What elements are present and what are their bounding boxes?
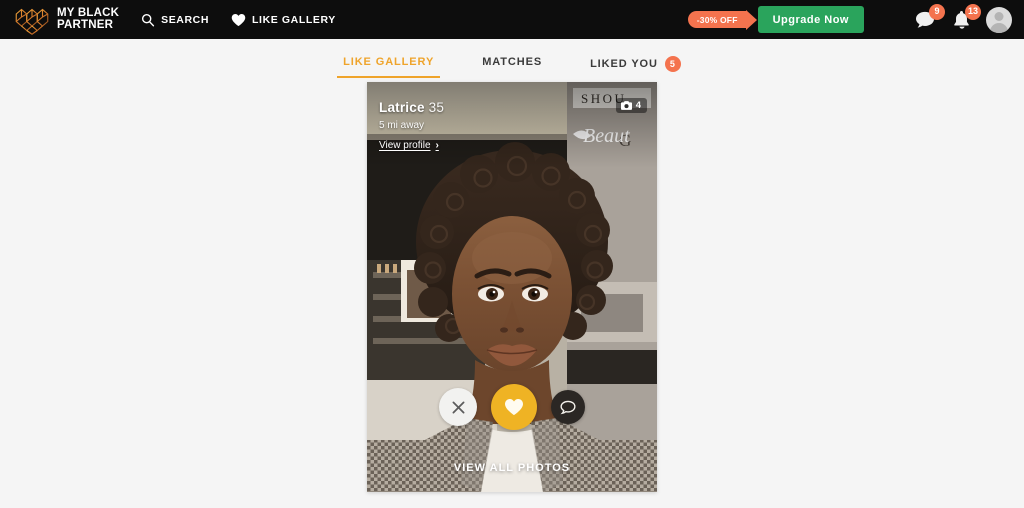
heart-icon <box>505 399 523 416</box>
chevron-right-icon: › <box>435 140 439 151</box>
brand-wordmark: MY BLACK PARTNER <box>57 7 120 31</box>
heart-icon <box>231 13 246 27</box>
brand-line-1: MY BLACK <box>57 7 120 19</box>
photo-count-value: 4 <box>635 100 641 111</box>
messages-button[interactable]: 9 <box>914 3 945 31</box>
view-profile-label: View profile <box>379 140 431 151</box>
promo-discount-tag[interactable]: -30% OFF <box>687 11 746 28</box>
profile-meta: Latrice 35 5 mi away View profile › <box>379 100 444 153</box>
gallery-card-area: SHOU G Beaut Latrice 35 5 mi away View p… <box>0 82 1024 492</box>
messages-count-badge: 9 <box>929 3 945 20</box>
brand-logo[interactable]: MY BLACK PARTNER <box>14 5 119 35</box>
tab-liked-you-badge: 5 <box>664 56 681 72</box>
profile-distance: 5 mi away <box>379 120 425 131</box>
tab-matches[interactable]: Matches <box>476 53 548 78</box>
chat-button[interactable] <box>551 390 585 424</box>
pass-button[interactable] <box>439 388 477 426</box>
chat-bubble-icon <box>560 400 576 414</box>
tab-like-gallery-label: Like Gallery <box>343 56 435 68</box>
notifications-button[interactable]: 13 <box>950 3 981 31</box>
search-icon <box>141 13 155 27</box>
notifications-count-badge: 13 <box>964 3 981 20</box>
tab-liked-you[interactable]: Liked You 5 <box>584 53 687 82</box>
upgrade-now-button[interactable]: Upgrade Now <box>757 6 864 33</box>
tab-matches-label: Matches <box>482 56 543 68</box>
user-avatar[interactable] <box>986 6 1012 33</box>
tab-like-gallery[interactable]: Like Gallery <box>337 53 441 78</box>
like-button[interactable] <box>491 384 537 430</box>
camera-icon <box>620 101 632 110</box>
close-x-icon <box>452 401 464 413</box>
nav-item-search[interactable]: Search <box>141 13 209 27</box>
primary-nav: Search Like Gallery <box>141 13 336 27</box>
card-action-buttons <box>367 384 657 430</box>
top-bar-actions: -30% OFF Upgrade Now 9 13 <box>687 3 1012 33</box>
photo-count-badge[interactable]: 4 <box>615 98 647 113</box>
svg-text:Beaut: Beaut <box>583 125 630 147</box>
profile-name-age: Latrice 35 <box>379 100 444 115</box>
profile-card[interactable]: SHOU G Beaut Latrice 35 5 mi away View p… <box>367 82 657 492</box>
promo-discount-label: -30% OFF <box>696 14 738 25</box>
view-all-photos-link[interactable]: View All Photos <box>367 462 657 474</box>
profile-age: 35 <box>428 100 445 115</box>
notification-icons: 9 13 <box>914 3 981 31</box>
tab-liked-you-label: Liked You <box>590 58 658 70</box>
nav-item-like-gallery[interactable]: Like Gallery <box>231 13 336 27</box>
geometric-heart-cubes-logo-icon <box>15 8 49 35</box>
brand-line-2: PARTNER <box>57 18 114 31</box>
gallery-tabs: Like Gallery Matches Liked You 5 <box>0 39 1024 82</box>
profile-name: Latrice <box>379 100 425 115</box>
nav-item-search-label: Search <box>161 13 210 26</box>
top-navigation-bar: MY BLACK PARTNER Search Like Gallery -30… <box>0 0 1024 39</box>
nav-item-like-gallery-label: Like Gallery <box>252 13 336 26</box>
view-profile-link[interactable]: View profile › <box>379 140 439 151</box>
